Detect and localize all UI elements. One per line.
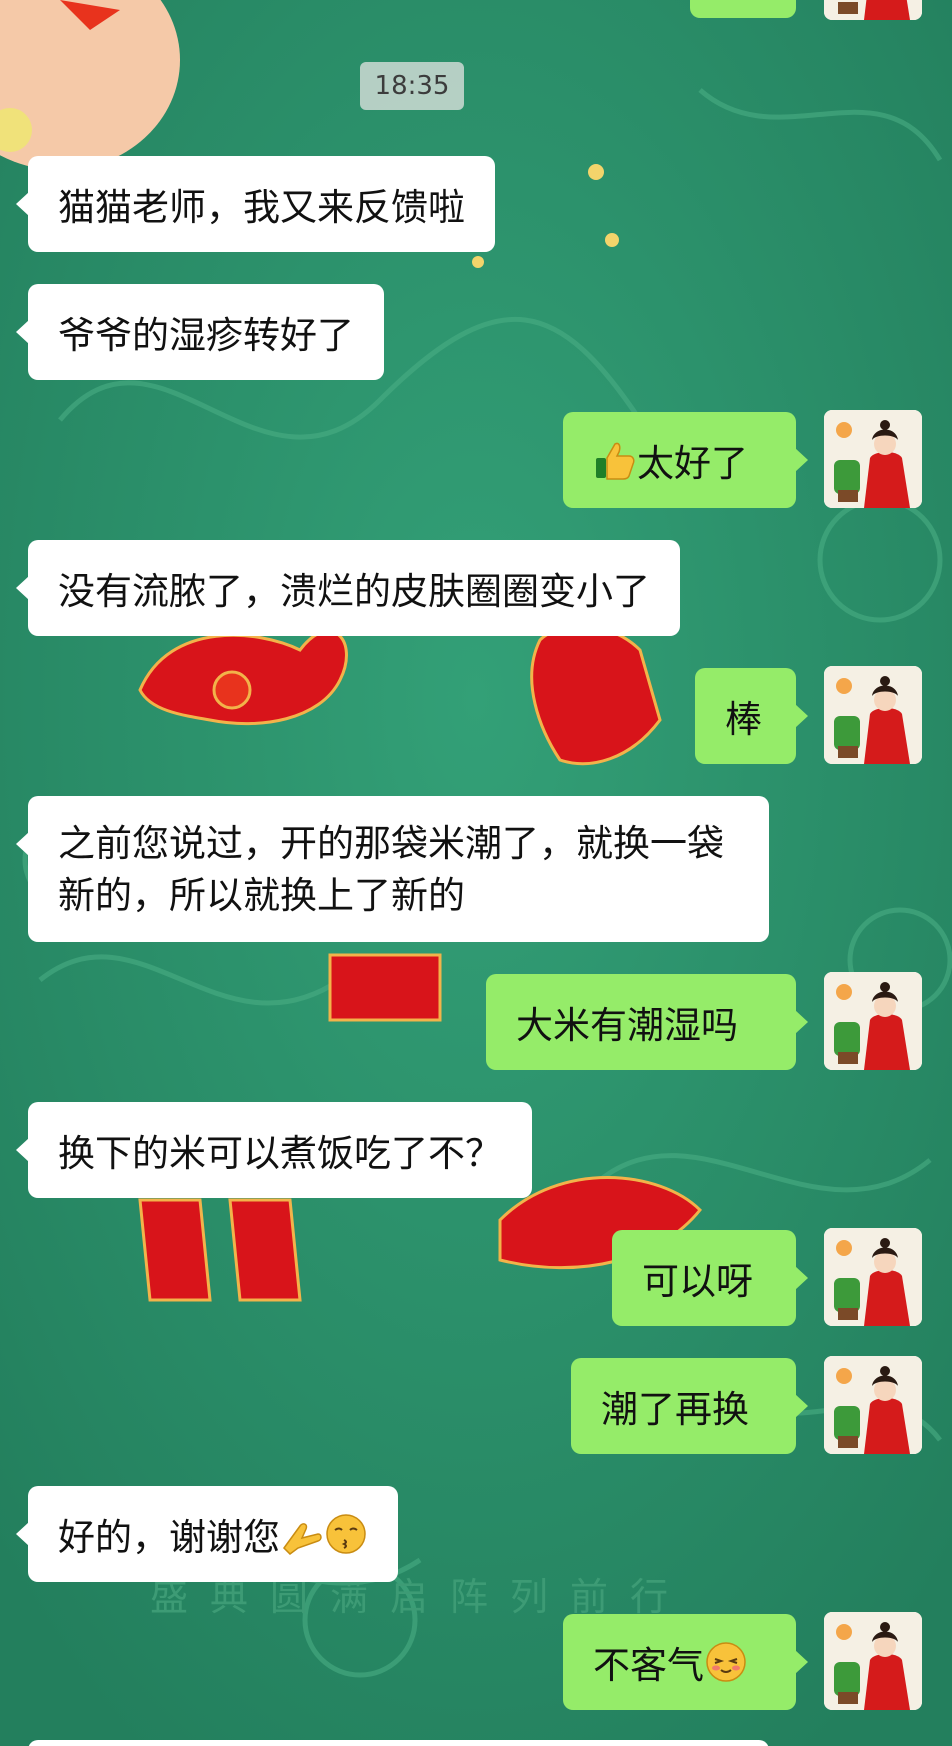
message-text: 没有流脓了，溃烂的皮肤圈圈变小了 [58,570,650,613]
outgoing-message[interactable]: 不客气 [563,1614,808,1710]
message-text: 大米有潮湿吗 [516,1004,738,1047]
avatar[interactable] [824,972,922,1070]
incoming-message-partial[interactable] [28,1740,769,1746]
avatar-image [824,972,922,1070]
incoming-message[interactable]: 之前您说过，开的那袋米潮了，就换一袋新的，所以就换上了新的 [16,796,769,942]
message-text: 太好了 [637,442,748,485]
incoming-message[interactable]: 爷爷的湿疹转好了 [16,284,384,380]
avatar[interactable] [824,666,922,764]
message-text: 可以呀 [642,1260,753,1303]
message-text: 棒 [725,698,762,741]
avatar-image [824,666,922,764]
message-text: 不客气 [593,1644,704,1687]
outgoing-message[interactable]: 潮了再换 [571,1358,808,1454]
message-text: 换下的米可以煮饭吃了不？ [58,1132,502,1175]
incoming-message[interactable]: 换下的米可以煮饭吃了不？ [16,1102,532,1198]
message-text: 之前您说过，开的那袋米潮了，就换一袋新的，所以就换上了新的 [58,822,724,917]
message-text: 好的，谢谢您 [58,1516,280,1559]
praying-hands-emoji [283,1523,322,1555]
avatar[interactable] [824,410,922,508]
kissing-face-emoji [326,1514,366,1554]
avatar-image [824,1356,922,1454]
message-text: 猫猫老师，我又来反馈啦 [58,186,465,229]
avatar-image [824,1612,922,1710]
outgoing-message[interactable]: 棒 [695,668,808,764]
chat-area[interactable]: 18:35 猫猫老师，我又来反馈啦 爷爷的湿疹转好了 太好了 没有流脓了，溃烂的… [0,0,952,1746]
chat-screen: 盛典圆满启阵列前行 18:35 猫猫老师，我又来反馈啦 爷爷的湿疹转好了 太好了 [0,0,952,1746]
avatar[interactable] [824,1612,922,1710]
message-timestamp: 18:35 [360,62,464,110]
avatar[interactable] [824,1356,922,1454]
outgoing-message[interactable]: 太好了 [563,412,808,508]
outgoing-message-partial[interactable] [690,0,796,18]
incoming-message[interactable]: 猫猫老师，我又来反馈啦 [16,156,495,252]
message-text: 爷爷的湿疹转好了 [58,314,354,357]
avatar[interactable] [824,0,922,20]
thumbs-up-emoji [596,442,635,480]
outgoing-message[interactable]: 大米有潮湿吗 [486,974,808,1070]
incoming-message[interactable]: 没有流脓了，溃烂的皮肤圈圈变小了 [16,540,680,636]
avatar-image [824,1228,922,1326]
avatar-image [824,410,922,508]
incoming-message[interactable]: 好的，谢谢您 [16,1486,398,1582]
message-text: 潮了再换 [601,1388,749,1431]
avatar-image [824,0,922,20]
outgoing-message[interactable]: 可以呀 [612,1230,808,1326]
smiling-blush-emoji [706,1642,746,1682]
avatar[interactable] [824,1228,922,1326]
